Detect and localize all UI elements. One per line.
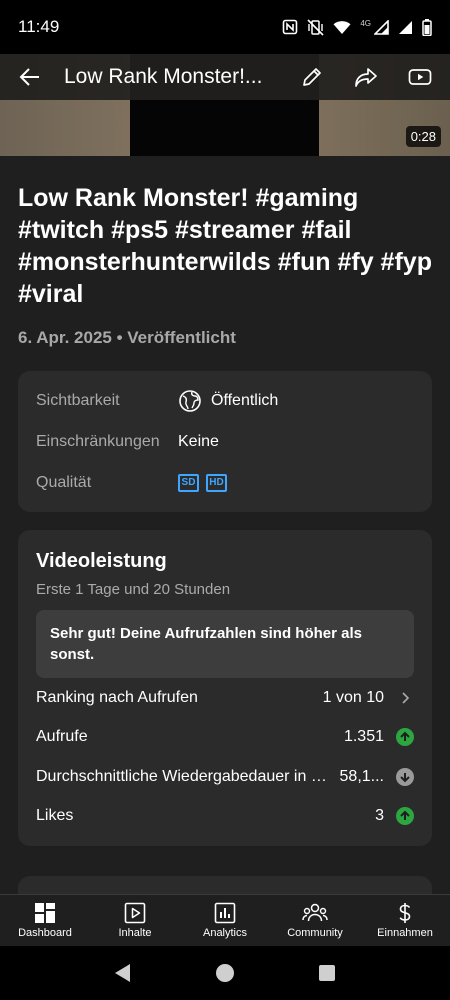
performance-message: Sehr gut! Deine Aufrufzahlen sind höher … [36, 610, 414, 678]
nav-dashboard[interactable]: Dashboard [0, 895, 90, 946]
pencil-icon [303, 68, 321, 86]
nav-content-label: Inhalte [118, 927, 152, 939]
youtube-button[interactable] [400, 57, 440, 97]
performance-period: Erste 1 Tage und 20 Stunden [36, 581, 231, 598]
trend-down-icon [396, 767, 414, 786]
publish-info: 6. Apr. 2025 • Veröffentlicht [18, 328, 236, 347]
visibility-row[interactable]: Sichtbarkeit Öffentlich [36, 380, 414, 421]
quality-label: Qualität [36, 473, 92, 491]
analytics-icon [214, 902, 236, 924]
system-nav-bar [0, 946, 450, 1000]
chevron-right-icon [402, 692, 410, 704]
nav-dashboard-label: Dashboard [18, 927, 72, 939]
quality-row: Qualität SD HD [36, 462, 414, 503]
quality-badges: SD HD [178, 473, 234, 492]
visibility-value-container: Öffentlich [178, 389, 278, 413]
likes-value: 3 [375, 807, 384, 825]
globe-icon [179, 389, 201, 412]
ranking-value: 1 von 10 [322, 688, 384, 706]
nav-earnings-label: Einnahmen [377, 927, 433, 939]
share-button[interactable] [346, 57, 386, 97]
watchtime-label: Durchschnittliche Wiedergabedauer in P..… [36, 767, 333, 785]
dashboard-icon [35, 903, 55, 923]
bottom-nav: Dashboard Inhalte Analytics Community Ei… [0, 894, 450, 946]
performance-title: Videoleistung [36, 550, 167, 572]
likes-row[interactable]: Likes 3 [36, 797, 414, 837]
video-library-icon [124, 902, 146, 924]
nav-analytics-label: Analytics [202, 927, 248, 939]
network-type: 4G [360, 18, 371, 28]
hd-badge: HD [206, 473, 227, 492]
nav-content[interactable]: Inhalte [90, 895, 180, 946]
edit-button[interactable] [292, 57, 332, 97]
ranking-label: Ranking nach Aufrufen [36, 688, 198, 706]
vibrate-off-icon [307, 18, 324, 36]
nav-community[interactable]: Community [270, 895, 360, 946]
views-row[interactable]: Aufrufe 1.351 [36, 718, 414, 758]
system-back-icon[interactable] [114, 963, 132, 983]
video-frame-dark [130, 100, 319, 156]
restrictions-row[interactable]: Einschränkungen Keine [36, 421, 414, 462]
share-icon [355, 68, 377, 87]
nav-analytics[interactable]: Analytics [180, 895, 270, 946]
status-icons: 4G [282, 18, 432, 36]
back-button[interactable] [10, 57, 50, 97]
system-recents-icon[interactable] [318, 964, 336, 982]
youtube-icon [408, 69, 432, 85]
signal-icon [374, 19, 389, 35]
views-label: Aufrufe [36, 728, 88, 746]
video-title: Low Rank Monster! #gaming #twitch #ps5 #… [18, 184, 432, 308]
community-icon [302, 903, 328, 922]
nfc-icon [283, 19, 298, 35]
views-value: 1.351 [343, 728, 384, 746]
ranking-row[interactable]: Ranking nach Aufrufen 1 von 10 [36, 678, 414, 718]
restrictions-label: Einschränkungen [36, 432, 160, 450]
watchtime-value: 58,1... [339, 767, 384, 785]
dollar-icon [399, 903, 411, 923]
trend-up-icon [396, 807, 414, 826]
video-duration: 0:28 [405, 126, 441, 147]
nav-earnings[interactable]: Einnahmen [360, 895, 450, 946]
signal-icon-2 [399, 20, 412, 34]
likes-label: Likes [36, 807, 74, 825]
watchtime-row[interactable]: Durchschnittliche Wiedergabedauer in P..… [36, 757, 414, 797]
status-time: 11:49 [18, 17, 60, 36]
system-home-icon[interactable] [215, 963, 235, 983]
top-app-bar: Low Rank Monster!... [0, 54, 450, 100]
main-content: Low Rank Monster! #gaming #twitch #ps5 #… [0, 156, 450, 846]
battery-icon [422, 18, 432, 36]
visibility-label: Sichtbarkeit [36, 391, 120, 409]
restrictions-value: Keine [178, 432, 219, 450]
wifi-icon [333, 20, 351, 34]
visibility-value: Öffentlich [211, 391, 279, 409]
sd-badge: SD [178, 473, 199, 492]
video-performance-card: Videoleistung Erste 1 Tage und 20 Stunde… [18, 530, 432, 846]
status-bar: 11:49 4G [0, 0, 450, 54]
page-title: Low Rank Monster!... [64, 65, 263, 88]
nav-community-label: Community [287, 927, 343, 939]
back-arrow-icon [19, 68, 39, 86]
trend-up-icon [396, 728, 414, 747]
video-details-card: Sichtbarkeit Öffentlich Einschränkungen … [18, 371, 432, 512]
